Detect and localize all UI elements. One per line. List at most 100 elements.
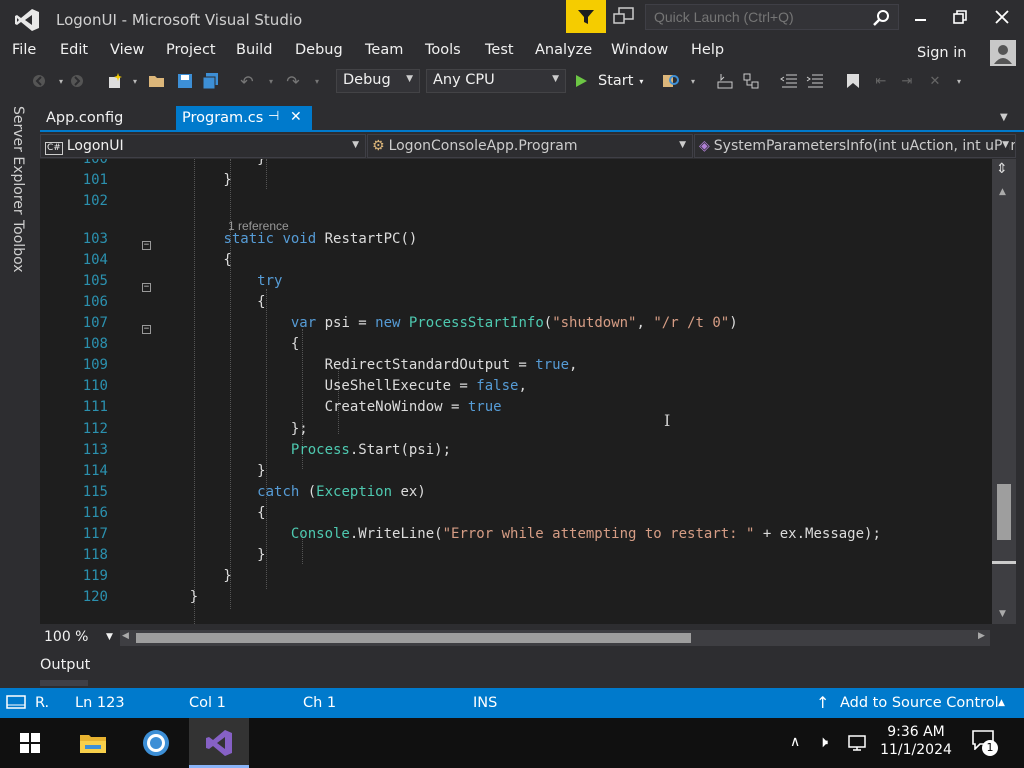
code-line[interactable]: }	[156, 547, 265, 563]
code-line[interactable]: {	[156, 294, 265, 310]
save-all-icon[interactable]	[202, 72, 220, 90]
menu-file[interactable]: File	[12, 42, 36, 58]
code-line[interactable]: catch (Exception ex)	[156, 484, 426, 500]
code-line[interactable]: static void RestartPC()	[156, 231, 417, 247]
network-icon[interactable]	[848, 734, 868, 756]
quick-launch-input[interactable]	[652, 8, 876, 26]
find-dropdown-icon[interactable]: ▾	[684, 72, 702, 90]
new-item-dropdown-icon[interactable]: ▾	[126, 72, 144, 90]
search-icon[interactable]	[872, 9, 890, 31]
toolbox-tab[interactable]: Toolbox	[10, 220, 26, 273]
tab-program-cs[interactable]: Program.cs ⊣ ✕	[176, 106, 312, 130]
code-line[interactable]: try	[156, 273, 282, 289]
solution-explorer-icon[interactable]	[742, 72, 760, 90]
scroll-down-icon[interactable]: ▼	[999, 609, 1006, 619]
taskbar-visual-studio[interactable]	[189, 718, 249, 768]
vertical-scroll-thumb[interactable]	[997, 484, 1011, 540]
redo-icon[interactable]: ↷	[284, 72, 302, 91]
code-editor[interactable]: 1 reference 100 } 101 } 102 103 static void…	[40, 159, 992, 624]
toolbar-overflow-icon[interactable]: ▾	[950, 72, 968, 90]
tab-app-config[interactable]: App.config	[40, 106, 176, 130]
restore-button[interactable]	[940, 4, 980, 30]
code-line[interactable]: Console.WriteLine("Error while attemptin…	[156, 526, 881, 542]
output-panel-tab[interactable]: Output	[40, 657, 90, 673]
indent-icon[interactable]	[806, 72, 824, 90]
menu-window[interactable]: Window	[611, 42, 668, 58]
redo-dropdown-icon[interactable]: ▾	[308, 72, 326, 90]
taskbar-clock[interactable]: 9:36 AM 11/1/2024	[880, 722, 952, 764]
menu-debug[interactable]: Debug	[295, 42, 343, 58]
code-line[interactable]: {	[156, 336, 299, 352]
member-navigation-dropdown[interactable]: ◈ SystemParametersInfo(int uAction, int u…	[694, 134, 1016, 158]
step-into-icon[interactable]	[716, 72, 734, 90]
account-icon[interactable]	[990, 40, 1016, 66]
previous-bookmark-icon[interactable]: ⇤	[872, 72, 890, 90]
undo-dropdown-icon[interactable]: ▾	[262, 72, 280, 90]
code-line[interactable]: CreateNoWindow = true	[156, 399, 502, 415]
code-line[interactable]: var psi = new ProcessStartInfo("shutdown…	[156, 315, 738, 331]
zoom-level-dropdown[interactable]: 100 % ▼	[40, 628, 116, 648]
code-line[interactable]: Process.Start(psi);	[156, 442, 451, 458]
save-icon[interactable]	[176, 72, 194, 90]
menu-edit[interactable]: Edit	[60, 42, 88, 58]
menu-analyze[interactable]: Analyze	[535, 42, 592, 58]
collapse-region-icon[interactable]: −	[142, 283, 151, 292]
solution-configuration-dropdown[interactable]: Debug ▼	[336, 69, 420, 93]
code-line[interactable]: }	[156, 589, 198, 605]
undo-icon[interactable]: ↶	[238, 72, 256, 91]
menu-team[interactable]: Team	[365, 42, 403, 58]
navigate-back-icon[interactable]	[30, 72, 48, 90]
scroll-up-icon[interactable]: ▲	[999, 187, 1006, 197]
start-debugging-button[interactable]: Start ▾	[574, 70, 643, 92]
menu-test[interactable]: Test	[485, 42, 514, 58]
show-hidden-icons-icon[interactable]: ∧	[790, 734, 800, 750]
menu-tools[interactable]: Tools	[425, 42, 461, 58]
code-line[interactable]: }	[156, 568, 231, 584]
sign-in-link[interactable]: Sign in	[917, 45, 966, 61]
add-to-source-control-button[interactable]: Add to Source Control	[840, 695, 999, 711]
menu-help[interactable]: Help	[691, 42, 724, 58]
project-navigation-dropdown[interactable]: C# LogonUI ▼	[40, 134, 366, 158]
minimize-button[interactable]	[900, 4, 940, 30]
outdent-icon[interactable]	[780, 72, 798, 90]
code-line[interactable]: RedirectStandardOutput = true,	[156, 357, 578, 373]
tab-list-dropdown-icon[interactable]: ▼	[1000, 112, 1008, 123]
close-tab-icon[interactable]: ✕	[290, 109, 302, 125]
navigate-forward-icon[interactable]	[68, 72, 86, 90]
close-window-button[interactable]	[982, 4, 1022, 30]
code-line[interactable]: UseShellExecute = false,	[156, 378, 527, 394]
solution-platform-dropdown[interactable]: Any CPU ▼	[426, 69, 566, 93]
new-project-icon[interactable]	[106, 72, 124, 90]
action-center-button[interactable]: 1	[972, 730, 998, 756]
code-line[interactable]: }	[156, 172, 231, 188]
collapse-region-icon[interactable]: −	[142, 325, 151, 334]
next-bookmark-icon[interactable]: ⇥	[898, 72, 916, 90]
server-explorer-tab[interactable]: Server Explorer	[10, 106, 26, 215]
taskbar-chrome[interactable]	[126, 718, 186, 768]
find-in-files-icon[interactable]	[662, 72, 680, 90]
vertical-scrollbar[interactable]: ⇕ ▲ ▼	[992, 159, 1016, 624]
code-line[interactable]: };	[156, 421, 308, 437]
clear-bookmarks-icon[interactable]: ✕	[926, 72, 944, 90]
split-editor-icon[interactable]: ⇕	[996, 161, 1008, 177]
code-line[interactable]: }	[156, 159, 265, 167]
taskbar-file-explorer[interactable]	[63, 718, 123, 768]
horizontal-scroll-thumb[interactable]	[136, 633, 691, 643]
scroll-left-icon[interactable]: ◀	[122, 631, 129, 641]
start-button[interactable]	[0, 718, 60, 768]
bookmark-icon[interactable]	[844, 72, 862, 90]
open-file-icon[interactable]	[148, 72, 166, 90]
feedback-filter-button[interactable]	[566, 0, 606, 33]
horizontal-scrollbar[interactable]: ◀ ▶	[120, 630, 990, 646]
pin-icon[interactable]: ⊣	[268, 109, 279, 124]
quick-launch-box[interactable]	[645, 4, 899, 30]
send-feedback-icon[interactable]	[612, 6, 636, 28]
menu-project[interactable]: Project	[166, 42, 216, 58]
code-line[interactable]: {	[156, 505, 265, 521]
scroll-right-icon[interactable]: ▶	[978, 631, 985, 641]
menu-view[interactable]: View	[110, 42, 144, 58]
volume-icon[interactable]: 🕨	[818, 732, 828, 752]
menu-build[interactable]: Build	[236, 42, 272, 58]
class-navigation-dropdown[interactable]: ⚙ LogonConsoleApp.Program ▼	[367, 134, 693, 158]
collapse-region-icon[interactable]: −	[142, 241, 151, 250]
